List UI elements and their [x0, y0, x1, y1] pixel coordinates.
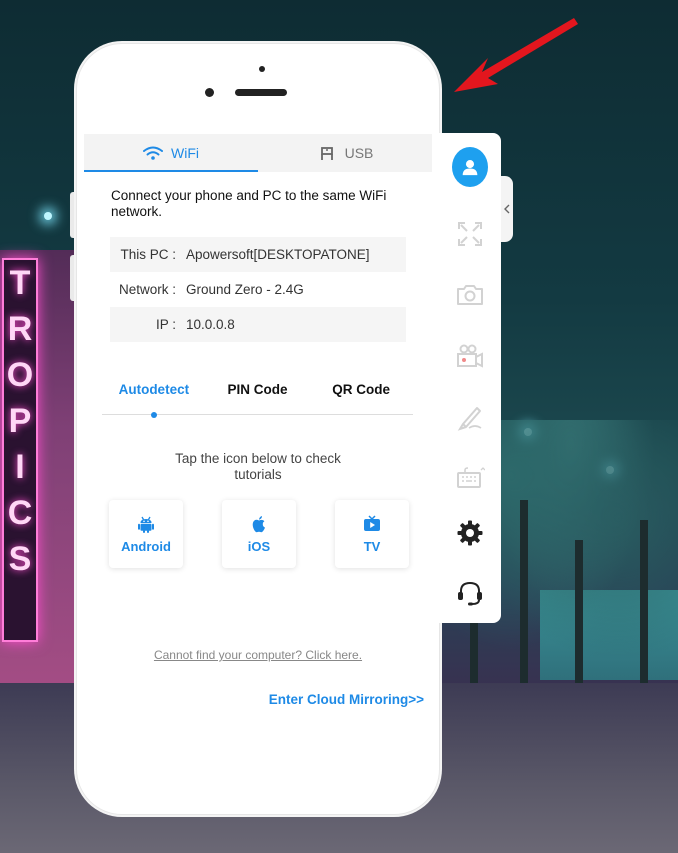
mode-qr-code-label: QR Code	[332, 382, 391, 397]
usb-icon	[320, 147, 333, 160]
keyboard-icon	[457, 467, 485, 488]
whiteboard-icon	[457, 407, 482, 431]
record-icon	[457, 344, 483, 368]
screenshot-button[interactable]	[452, 277, 488, 313]
connection-modes: Autodetect PIN Code QR Code	[102, 368, 413, 418]
settings-icon	[457, 520, 483, 546]
tab-wifi[interactable]: WiFi	[84, 134, 258, 172]
fullscreen-icon	[458, 222, 482, 246]
phone-sensor	[205, 88, 214, 97]
wifi-icon	[143, 146, 163, 160]
mode-pin-code[interactable]: PIN Code	[206, 368, 310, 414]
side-toolbar	[438, 133, 501, 623]
apple-icon	[252, 516, 265, 533]
mode-pin-code-label: PIN Code	[227, 382, 288, 397]
network-value: Ground Zero - 2.4G	[186, 282, 304, 297]
support-button[interactable]	[452, 575, 488, 611]
screenshot-icon	[457, 285, 483, 305]
this-pc-label: This PC :	[120, 247, 176, 262]
tv-label: TV	[363, 539, 381, 554]
fullscreen-button[interactable]	[452, 216, 488, 252]
ip-value: 10.0.0.8	[186, 317, 235, 332]
support-icon	[458, 581, 482, 606]
record-button[interactable]	[452, 338, 488, 374]
user-icon	[462, 160, 478, 176]
ios-label: iOS	[247, 539, 271, 554]
user-button[interactable]	[452, 147, 488, 187]
tab-wifi-label: WiFi	[171, 145, 199, 161]
tv-icon	[364, 515, 380, 531]
ip-label: IP :	[155, 317, 176, 332]
cloud-mirroring-link[interactable]: Enter Cloud Mirroring>>	[269, 692, 424, 707]
mode-autodetect[interactable]: Autodetect	[102, 368, 206, 418]
connection-tabs: WiFi USB	[84, 134, 432, 172]
collapse-toolbar-button[interactable]	[501, 176, 513, 242]
network-info: This PC : Apowersoft[DESKTOPATONE] Netwo…	[110, 237, 406, 342]
android-label: Android	[121, 539, 171, 554]
ip-row: IP : 10.0.0.8	[110, 307, 406, 342]
this-pc-value: Apowersoft[DESKTOPATONE]	[186, 247, 370, 262]
neon-sign: TROPICS	[2, 258, 38, 642]
avatar	[452, 147, 488, 187]
chevron-left-icon	[504, 204, 510, 214]
network-row: Network : Ground Zero - 2.4G	[110, 272, 406, 307]
mode-autodetect-label: Autodetect	[118, 382, 190, 397]
network-label: Network :	[118, 282, 176, 297]
platform-tutorials: Android iOS TV	[109, 500, 409, 568]
tab-usb[interactable]: USB	[258, 134, 432, 172]
cannot-find-computer-link[interactable]: Cannot find your computer? Click here.	[84, 648, 432, 662]
intro-text: Connect your phone and PC to the same Wi…	[111, 188, 387, 219]
tutorial-hint: Tap the icon below to check tutorials	[175, 451, 341, 482]
red-arrow-icon	[454, 18, 578, 92]
connect-panel: WiFi USB Connect your phone and PC to th…	[84, 134, 432, 774]
phone-camera	[259, 66, 265, 72]
keyboard-button[interactable]	[452, 460, 488, 496]
ios-tutorial-button[interactable]: iOS	[222, 500, 296, 568]
this-pc-row: This PC : Apowersoft[DESKTOPATONE]	[110, 237, 406, 272]
whiteboard-button[interactable]	[452, 399, 488, 435]
tab-usb-label: USB	[344, 145, 374, 161]
phone-speaker	[235, 89, 287, 96]
phone-frame: WiFi USB Connect your phone and PC to th…	[76, 43, 440, 815]
active-mode-indicator	[150, 412, 157, 418]
settings-button[interactable]	[452, 515, 488, 551]
android-tutorial-button[interactable]: Android	[109, 500, 183, 568]
mode-qr-code[interactable]: QR Code	[309, 368, 413, 414]
tv-tutorial-button[interactable]: TV	[335, 500, 409, 568]
android-icon	[138, 516, 154, 533]
